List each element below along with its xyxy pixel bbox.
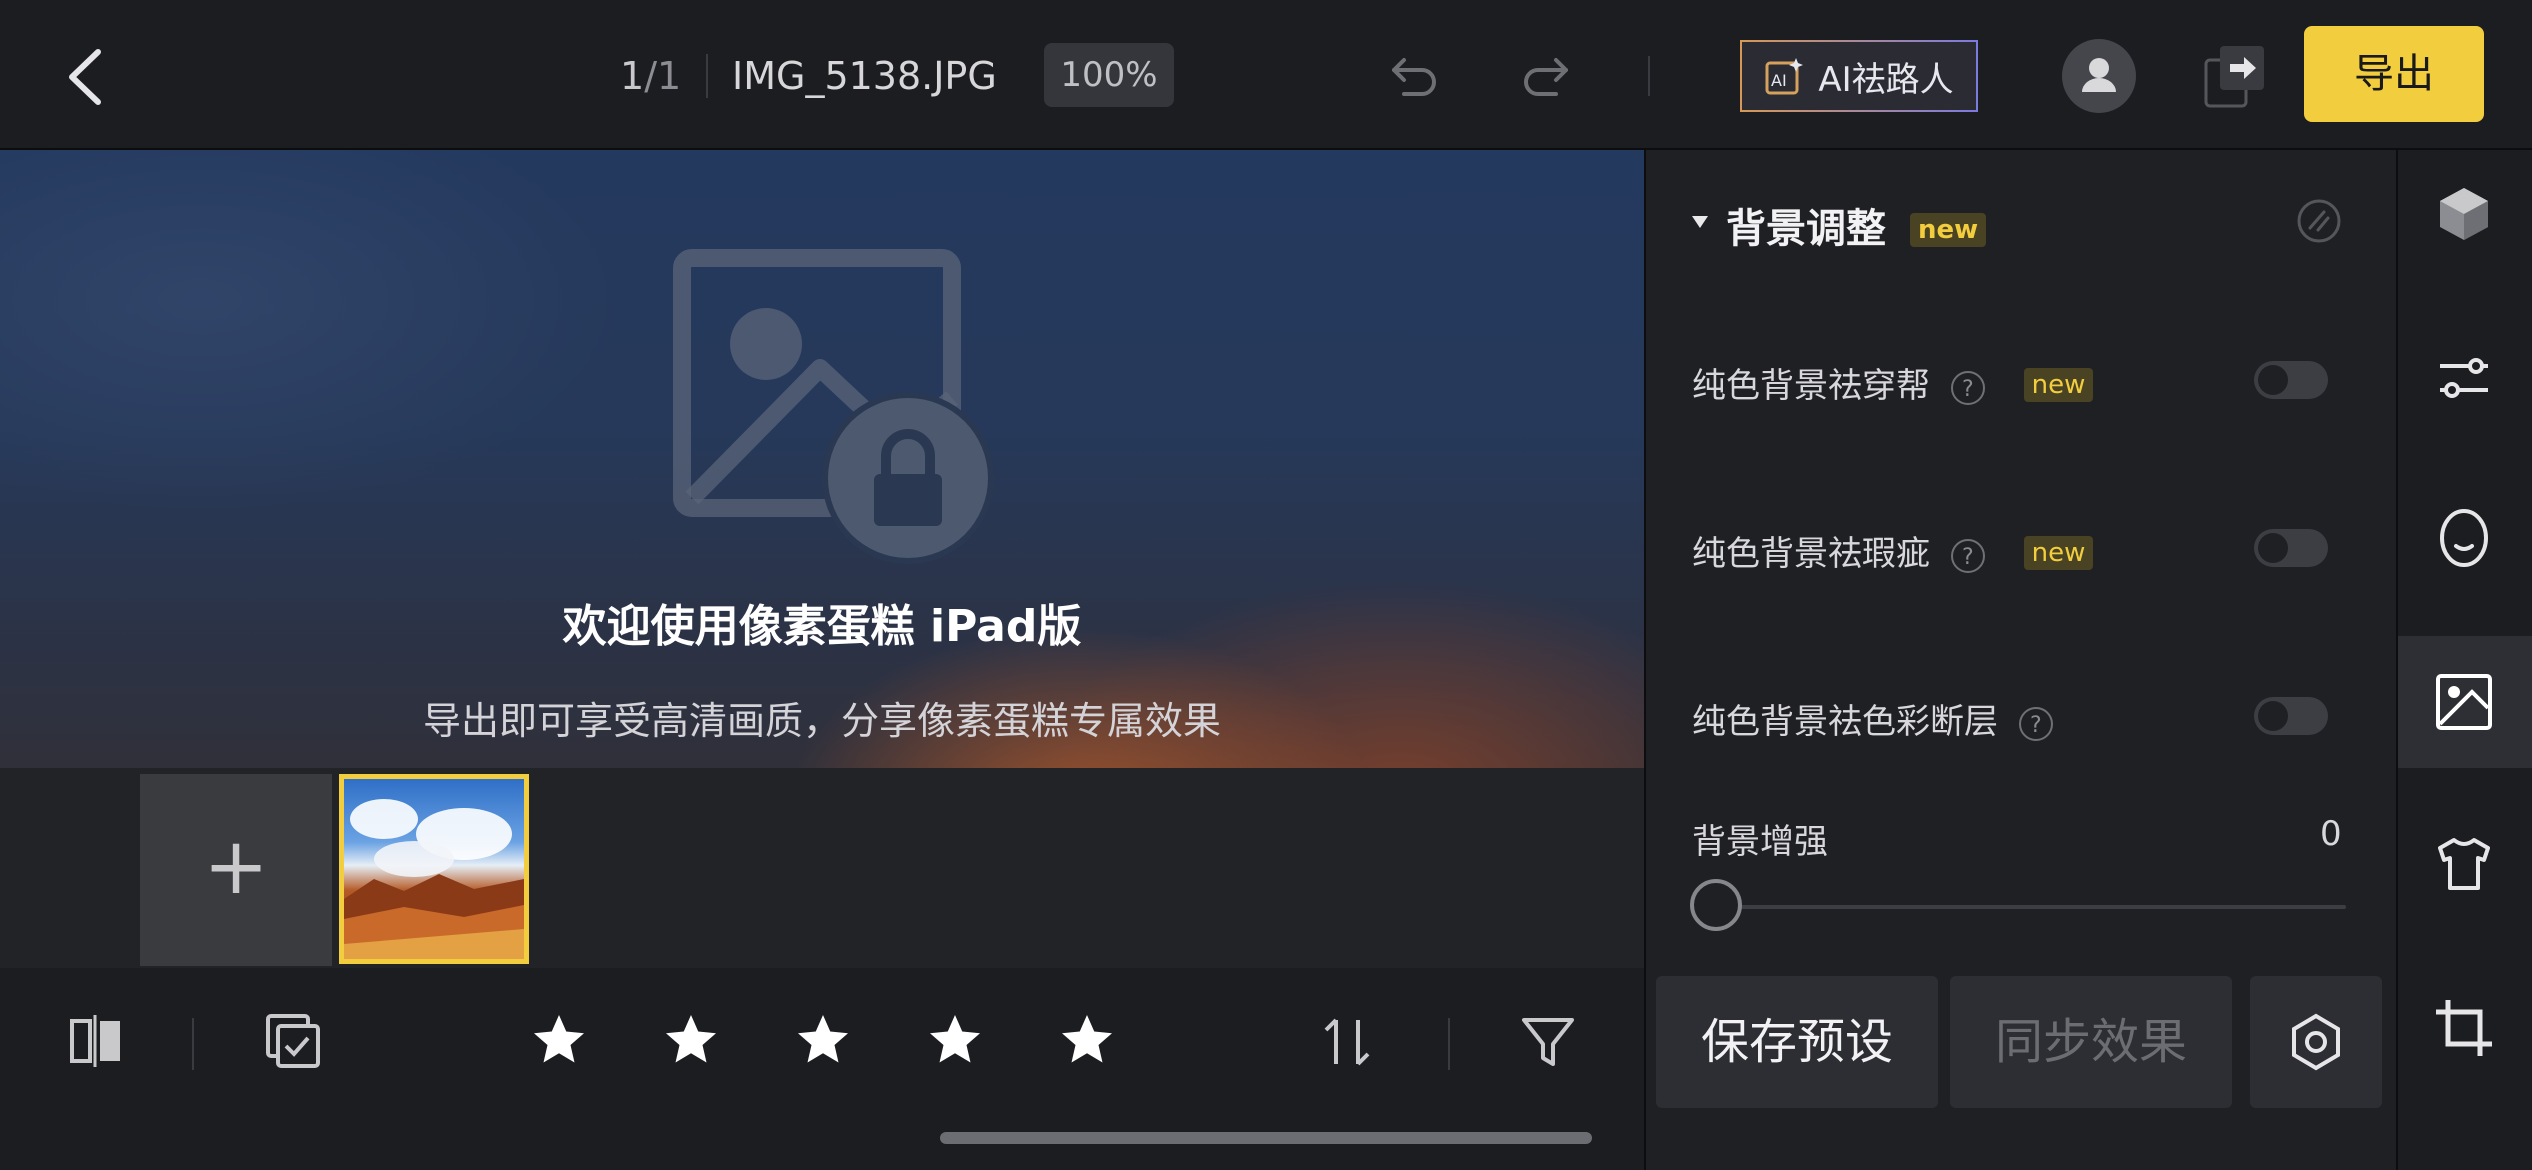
user-icon [2082,58,2116,92]
rail-item-adjust[interactable] [2432,346,2496,410]
star-icon [1062,1015,1112,1063]
star-rating-2[interactable] [661,1010,721,1070]
row-label: 纯色背景祛色彩断层 [1692,702,1998,742]
thumbnail-image [344,799,524,959]
rail-item-background[interactable] [2432,670,2496,734]
filter-button[interactable] [1520,1014,1576,1074]
filter-funnel-icon [1522,1018,1574,1066]
divider [1448,1018,1450,1070]
star-rating-4[interactable] [925,1010,985,1070]
slider-label: 背景增强 [1692,822,1828,862]
rail-item-clothing[interactable] [2432,832,2496,896]
collapse-triangle-icon[interactable] [1690,214,1710,234]
sliders-icon [2440,358,2488,398]
divider [706,54,708,98]
back-button[interactable] [58,42,118,112]
section-title-text: 背景调整 [1726,206,1886,252]
ai-sparkle-icon: AI [1765,58,1804,95]
ai-remove-passerby-button[interactable]: AI AI祛路人 [1740,40,1978,112]
help-icon[interactable]: ? [1950,538,1985,573]
counter-total: /1 [644,54,682,98]
image-counter: 1/1 [620,48,681,104]
thumbnail-selected[interactable] [339,774,529,964]
row-remove-banding: 纯色背景祛色彩断层 ? [1692,694,2053,743]
zoom-level[interactable]: 100% [1044,43,1174,107]
divider [192,1018,194,1070]
counter-current: 1 [620,54,645,98]
eraser-reset-icon [2297,199,2341,243]
reset-section-button[interactable] [2296,198,2342,248]
new-badge: new [2023,536,2094,570]
top-bar [0,0,2532,150]
share-export-icon [2204,46,2264,108]
locked-image-icon [673,249,994,564]
toggle-remove-banding[interactable] [2254,697,2328,735]
sort-icon [1324,1018,1370,1066]
ai-button-label: AI祛路人 [1818,59,1954,100]
horizontal-scrollbar[interactable] [940,1132,1592,1144]
crop-icon [2436,1000,2492,1056]
svg-text:AI: AI [1771,71,1787,90]
plus-icon: + [203,822,269,912]
face-icon [2440,509,2488,567]
star-rating-1[interactable] [529,1010,589,1070]
background-enhance-slider-track[interactable] [1716,905,2346,909]
shirt-icon [2438,838,2490,890]
star-icon [930,1015,980,1063]
star-icon [666,1015,716,1063]
share-button[interactable] [2202,44,2268,114]
divider [1648,56,1650,96]
image-canvas[interactable]: 欢迎使用像素蛋糕 iPad版 导出即可享受高清画质，分享像素蛋糕专属效果 [0,150,1644,768]
avatar[interactable] [2062,39,2136,113]
redo-icon [1524,58,1568,96]
filename: IMG_5138.JPG [732,54,997,98]
row-label: 纯色背景祛瑕疵 [1692,534,1930,574]
undo-icon [1392,58,1436,96]
star-rating-5[interactable] [1057,1010,1117,1070]
row-label: 纯色背景祛穿帮 [1692,366,1930,406]
rail-item-face[interactable] [2432,506,2496,570]
welcome-subtitle: 导出即可享受高清画质，分享像素蛋糕专属效果 [422,699,1221,743]
multi-select-icon [266,1014,320,1068]
add-image-button[interactable]: + [140,774,332,966]
undo-button[interactable] [1390,52,1440,102]
compare-button[interactable] [70,1013,124,1073]
chevron-left-icon [69,49,101,105]
new-badge: new [2023,368,2094,402]
redo-button[interactable] [1520,52,1570,102]
help-icon[interactable]: ? [2018,706,2053,741]
sync-effect-button[interactable]: 同步效果 [1950,976,2232,1108]
rail-item-presets[interactable] [2432,182,2496,246]
slider-value: 0 [2320,814,2342,854]
star-icon [534,1015,584,1063]
help-icon[interactable]: ? [1950,370,1985,405]
compare-split-icon [70,1015,120,1067]
cube-icon [2440,188,2488,240]
toggle-remove-flaws[interactable] [2254,361,2328,399]
row-remove-flaws: 纯色背景祛穿帮 ? new [1692,358,2094,407]
row-remove-blemish: 纯色背景祛瑕疵 ? new [1692,526,2094,575]
background-image-icon [2436,674,2492,730]
preset-settings-button[interactable] [2250,976,2382,1108]
section-title-background-adjust: 背景调整 new [1726,196,1987,254]
rail-item-crop[interactable] [2432,996,2496,1060]
star-rating-3[interactable] [793,1010,853,1070]
welcome-title: 欢迎使用像素蛋糕 iPad版 [562,601,1082,652]
toggle-remove-blemish[interactable] [2254,529,2328,567]
sort-button[interactable] [1322,1014,1374,1074]
select-all-button[interactable] [266,1014,322,1074]
hexagon-settings-icon [2292,1013,2340,1071]
save-preset-button[interactable]: 保存预设 [1656,976,1938,1108]
slider-knob[interactable] [1690,879,1742,931]
export-button[interactable]: 导出 [2304,26,2484,122]
star-icon [798,1015,848,1063]
new-badge: new [1909,213,1987,247]
